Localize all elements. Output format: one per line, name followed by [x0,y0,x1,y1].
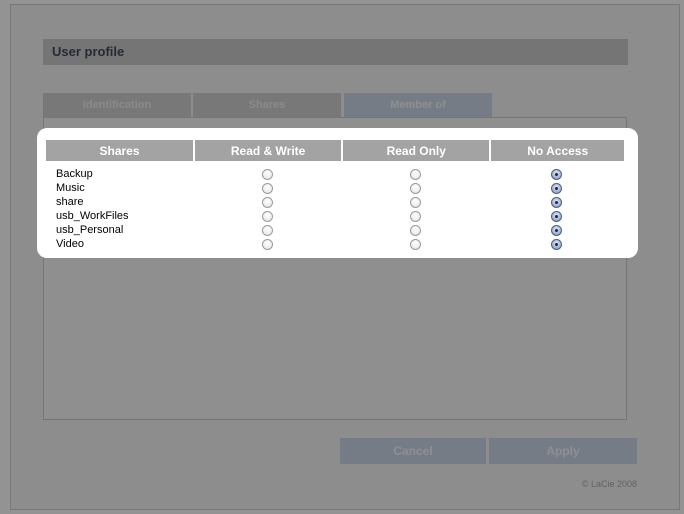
radio-cell [489,209,624,223]
radio-read-write[interactable] [261,238,273,250]
radio-cell [193,223,341,237]
radio-cell [489,167,624,181]
shares-access-table: Shares Read & Write Read Only No Access … [46,140,624,251]
radio-cell [341,223,489,237]
column-header-no-access: No Access [489,140,624,161]
radio-cell [341,167,489,181]
radio-cell [489,195,624,209]
share-name: Music [56,182,85,194]
radio-read-only[interactable] [409,210,421,222]
table-header-row: Shares Read & Write Read Only No Access [46,140,624,161]
column-header-shares: Shares [46,140,193,161]
radio-cell [489,223,624,237]
radio-cell [193,167,341,181]
radio-no-access[interactable] [551,210,563,222]
radio-read-only[interactable] [409,238,421,250]
radio-read-only[interactable] [409,224,421,236]
radio-cell [489,181,624,195]
radio-read-write[interactable] [261,210,273,222]
radio-no-access[interactable] [551,168,563,180]
radio-read-write[interactable] [261,182,273,194]
radio-read-only[interactable] [409,196,421,208]
radio-cell [489,237,624,251]
radio-cell [193,209,341,223]
radio-cell [341,181,489,195]
shares-table-body: Backup Music share usb_WorkFiles usb_Persona… [46,161,624,251]
radio-read-only[interactable] [409,168,421,180]
radio-no-access[interactable] [551,238,563,250]
share-name: Backup [56,168,93,180]
table-row: Video [46,237,624,251]
table-row: usb_WorkFiles [46,209,624,223]
radio-read-write[interactable] [261,168,273,180]
radio-cell [341,237,489,251]
radio-cell [193,237,341,251]
radio-cell [341,209,489,223]
radio-no-access[interactable] [551,224,563,236]
column-header-read-write: Read & Write [193,140,342,161]
share-name: usb_WorkFiles [56,210,129,222]
share-name: share [56,196,84,208]
radio-read-write[interactable] [261,224,273,236]
share-name: Video [56,238,84,250]
column-header-read-only: Read Only [341,140,490,161]
radio-read-only[interactable] [409,182,421,194]
radio-cell [193,195,341,209]
table-row: share [46,195,624,209]
table-row: Music [46,181,624,195]
share-name: usb_Personal [56,224,124,236]
radio-no-access[interactable] [551,196,563,208]
table-row: Backup [46,167,624,181]
radio-read-write[interactable] [261,196,273,208]
radio-cell [193,181,341,195]
table-row: usb_Personal [46,223,624,237]
radio-cell [341,195,489,209]
radio-no-access[interactable] [551,182,563,194]
